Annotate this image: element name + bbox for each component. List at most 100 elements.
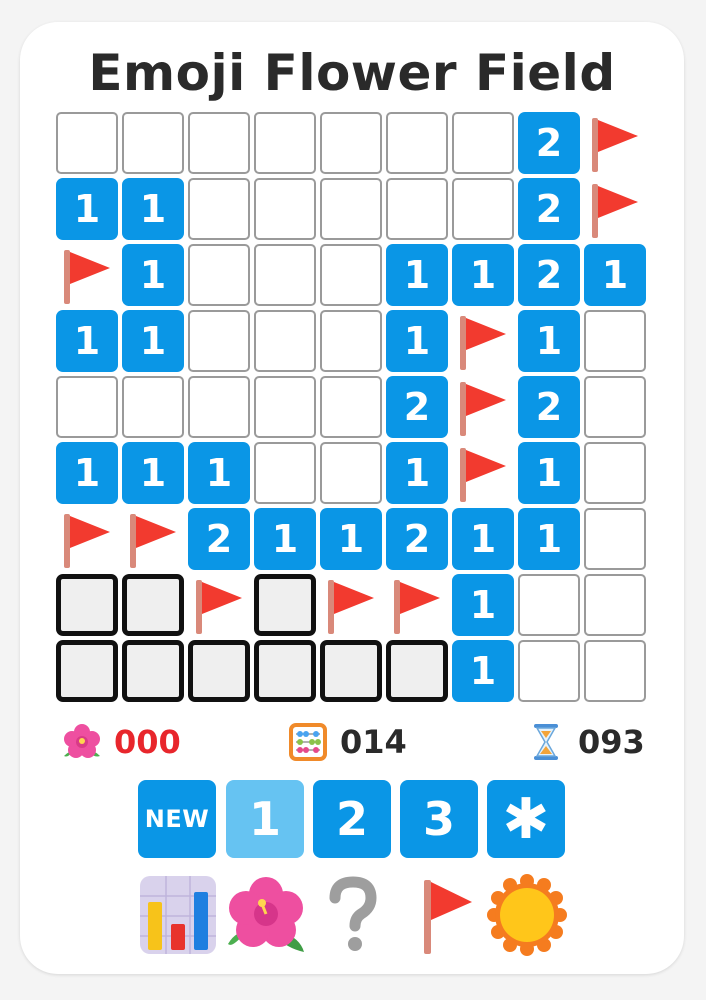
hidden-cell[interactable] — [518, 574, 580, 636]
hidden-cell[interactable] — [320, 376, 382, 438]
flagged-cell[interactable] — [452, 442, 514, 504]
number-cell[interactable]: 1 — [320, 508, 382, 570]
highlighted-cell[interactable] — [56, 574, 118, 636]
cell-number: 1 — [139, 253, 167, 297]
highlighted-cell[interactable] — [122, 574, 184, 636]
hidden-cell[interactable] — [584, 442, 646, 504]
hidden-cell[interactable] — [56, 112, 118, 174]
highlighted-cell[interactable] — [188, 640, 250, 702]
number-cell[interactable]: 1 — [452, 244, 514, 306]
flagged-cell[interactable] — [122, 508, 184, 570]
highlighted-cell[interactable] — [254, 574, 316, 636]
flagged-cell[interactable] — [452, 310, 514, 372]
highlighted-cell[interactable] — [320, 640, 382, 702]
cell-number: 1 — [205, 451, 233, 495]
number-cell[interactable]: 1 — [122, 442, 184, 504]
time-value: 093 — [578, 723, 645, 761]
flagged-cell[interactable] — [386, 574, 448, 636]
hidden-cell[interactable] — [584, 574, 646, 636]
flagged-cell[interactable] — [452, 376, 514, 438]
hidden-cell[interactable] — [386, 178, 448, 240]
stats-button[interactable] — [138, 874, 218, 956]
hidden-cell[interactable] — [320, 310, 382, 372]
cell-number: 1 — [139, 319, 167, 363]
level-2-button[interactable]: 2 — [313, 780, 391, 858]
hidden-cell[interactable] — [122, 376, 184, 438]
hidden-cell[interactable] — [584, 508, 646, 570]
number-cell[interactable]: 2 — [518, 376, 580, 438]
number-cell[interactable]: 2 — [188, 508, 250, 570]
hidden-cell[interactable] — [518, 640, 580, 702]
theme-button[interactable] — [487, 874, 567, 956]
number-cell[interactable]: 1 — [452, 508, 514, 570]
hidden-cell[interactable] — [188, 178, 250, 240]
hidden-cell[interactable] — [188, 376, 250, 438]
cell-number: 1 — [403, 253, 431, 297]
hidden-cell[interactable] — [320, 112, 382, 174]
number-cell[interactable]: 2 — [518, 244, 580, 306]
number-cell[interactable]: 1 — [518, 442, 580, 504]
hidden-cell[interactable] — [452, 112, 514, 174]
number-cell[interactable]: 1 — [254, 508, 316, 570]
flower-icon — [228, 877, 304, 952]
number-cell[interactable]: 2 — [518, 112, 580, 174]
flowers-counter: 000 — [62, 718, 181, 766]
number-cell[interactable]: 1 — [452, 574, 514, 636]
hidden-cell[interactable] — [188, 310, 250, 372]
custom-level-button[interactable]: ✱ — [487, 780, 565, 858]
level-1-button[interactable]: 1 — [226, 780, 304, 858]
number-cell[interactable]: 1 — [518, 310, 580, 372]
hidden-cell[interactable] — [254, 310, 316, 372]
cell-number: 1 — [535, 517, 563, 561]
cell-number: 1 — [271, 517, 299, 561]
new-game-button[interactable]: NEW — [138, 780, 216, 858]
level-3-button[interactable]: 3 — [400, 780, 478, 858]
number-cell[interactable]: 1 — [56, 178, 118, 240]
flagged-cell[interactable] — [188, 574, 250, 636]
hidden-cell[interactable] — [452, 178, 514, 240]
number-cell[interactable]: 1 — [452, 640, 514, 702]
flagged-cell[interactable] — [320, 574, 382, 636]
number-cell[interactable]: 1 — [188, 442, 250, 504]
number-cell[interactable]: 2 — [518, 178, 580, 240]
number-cell[interactable]: 1 — [56, 310, 118, 372]
hidden-cell[interactable] — [254, 442, 316, 504]
help-button[interactable] — [313, 874, 393, 956]
hidden-cell[interactable] — [584, 310, 646, 372]
flower-button[interactable] — [226, 874, 306, 956]
hidden-cell[interactable] — [584, 376, 646, 438]
highlighted-cell[interactable] — [386, 640, 448, 702]
flagged-cell[interactable] — [584, 112, 646, 174]
hidden-cell[interactable] — [584, 640, 646, 702]
number-cell[interactable]: 1 — [122, 310, 184, 372]
number-cell[interactable]: 1 — [584, 244, 646, 306]
hidden-cell[interactable] — [254, 376, 316, 438]
number-cell[interactable]: 2 — [386, 376, 448, 438]
flagged-cell[interactable] — [56, 508, 118, 570]
hidden-cell[interactable] — [122, 112, 184, 174]
flag-mode-button[interactable] — [400, 874, 480, 956]
hidden-cell[interactable] — [320, 442, 382, 504]
hidden-cell[interactable] — [56, 376, 118, 438]
flagged-cell[interactable] — [584, 178, 646, 240]
hidden-cell[interactable] — [320, 244, 382, 306]
number-cell[interactable]: 1 — [518, 508, 580, 570]
hidden-cell[interactable] — [386, 112, 448, 174]
hidden-cell[interactable] — [188, 112, 250, 174]
highlighted-cell[interactable] — [122, 640, 184, 702]
number-cell[interactable]: 2 — [386, 508, 448, 570]
hidden-cell[interactable] — [254, 178, 316, 240]
hidden-cell[interactable] — [320, 178, 382, 240]
highlighted-cell[interactable] — [56, 640, 118, 702]
number-cell[interactable]: 1 — [386, 244, 448, 306]
number-cell[interactable]: 1 — [386, 310, 448, 372]
number-cell[interactable]: 1 — [386, 442, 448, 504]
flagged-cell[interactable] — [56, 244, 118, 306]
hidden-cell[interactable] — [254, 112, 316, 174]
hidden-cell[interactable] — [254, 244, 316, 306]
highlighted-cell[interactable] — [254, 640, 316, 702]
hidden-cell[interactable] — [188, 244, 250, 306]
number-cell[interactable]: 1 — [56, 442, 118, 504]
number-cell[interactable]: 1 — [122, 178, 184, 240]
number-cell[interactable]: 1 — [122, 244, 184, 306]
